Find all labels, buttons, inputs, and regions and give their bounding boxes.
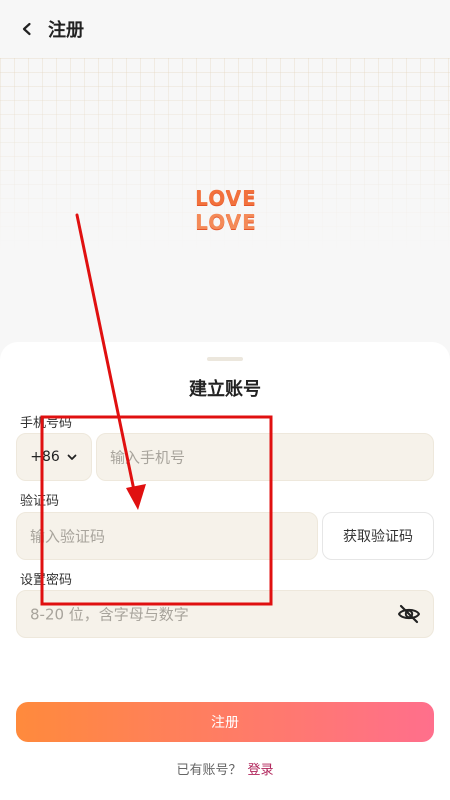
- code-input[interactable]: 输入验证码: [16, 512, 318, 560]
- page-title: 注册: [48, 20, 84, 41]
- code-label: 验证码: [20, 494, 60, 509]
- phone-placeholder: 输入手机号: [110, 448, 186, 467]
- phone-label: 手机号码: [20, 416, 73, 431]
- register-button[interactable]: 注册: [16, 702, 434, 742]
- password-placeholder: 8-20 位，含字母与数字: [30, 605, 189, 624]
- country-code-value: +86: [30, 449, 60, 465]
- back-button[interactable]: [16, 18, 38, 40]
- country-code-select[interactable]: +86: [16, 433, 92, 481]
- register-sheet: 建立账号 手机号码 +86 输入手机号 验证码 输入验证码 获取验证码 设置密码…: [0, 342, 450, 800]
- login-link[interactable]: 登录: [248, 763, 274, 778]
- password-label: 设置密码: [20, 573, 73, 588]
- code-placeholder: 输入验证码: [30, 527, 106, 546]
- love-logo: LOVE LOVE: [194, 186, 258, 236]
- eye-off-icon[interactable]: [397, 602, 421, 626]
- chevron-down-icon: [67, 454, 77, 460]
- logo-line-2: LOVE: [195, 210, 257, 234]
- login-prompt: 已有账号？ 登录: [0, 759, 450, 778]
- sheet-title: 建立账号: [189, 379, 261, 400]
- logo-line-1: LOVE: [195, 186, 257, 210]
- top-bar: 注册: [0, 0, 450, 58]
- login-prompt-text: 已有账号？: [176, 763, 242, 778]
- drag-handle[interactable]: [207, 357, 243, 361]
- phone-input[interactable]: 输入手机号: [96, 433, 434, 481]
- get-code-button[interactable]: 获取验证码: [322, 512, 434, 560]
- password-input[interactable]: 8-20 位，含字母与数字: [16, 590, 434, 638]
- chevron-left-icon: [22, 22, 31, 36]
